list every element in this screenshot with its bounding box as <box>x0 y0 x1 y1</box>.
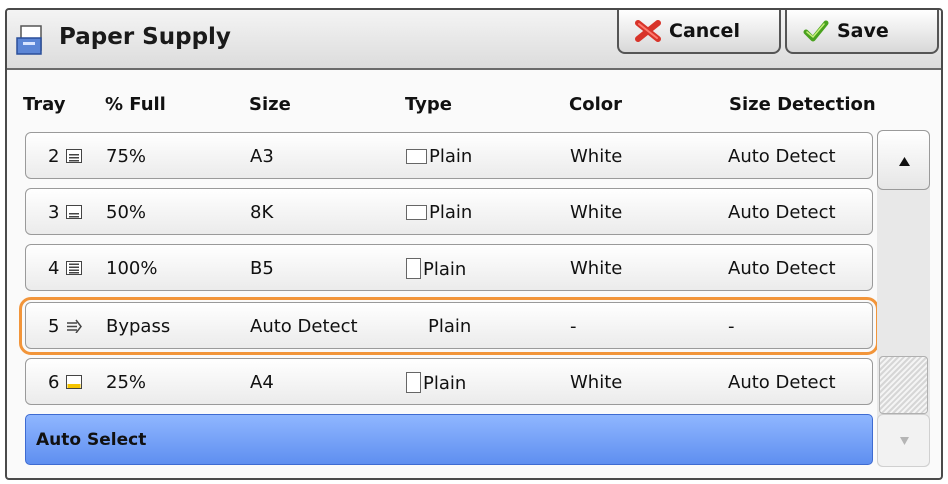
column-header-color: Color <box>569 94 622 115</box>
size-detection: Auto Detect <box>728 202 836 223</box>
paper-color: White <box>570 258 623 279</box>
landscape-orientation-icon <box>406 149 427 164</box>
paper-color: White <box>570 202 623 223</box>
title-bar: Paper Supply Cancel Save <box>7 10 941 70</box>
scroll-up-button[interactable] <box>877 130 930 190</box>
size-detection: Auto Detect <box>728 372 836 393</box>
arrow-up-icon <box>899 157 910 166</box>
cancel-button[interactable]: Cancel <box>617 10 781 54</box>
column-header-tray: Tray <box>23 94 66 115</box>
paper-type: Plain <box>406 258 466 280</box>
paper-type: Plain <box>406 372 466 394</box>
save-label: Save <box>837 20 889 42</box>
size-detection: Auto Detect <box>728 146 836 167</box>
top-gap <box>0 0 948 8</box>
table-row-tray-4[interactable]: 4 100% B5 Plain White Auto Detect <box>25 244 873 291</box>
table-row-tray-6[interactable]: 6 25% A4 Plain White Auto Detect <box>25 358 873 405</box>
table-row-tray-3[interactable]: 3 50% 8K Plain White Auto Detect <box>25 188 873 235</box>
paper-type-label: Plain <box>429 202 473 223</box>
paper-supply-icon <box>16 25 42 55</box>
checkmark-icon <box>803 20 829 42</box>
column-header-size: Size <box>249 94 291 115</box>
paper-supply-dialog: Paper Supply Cancel Save Tray % Full Siz… <box>5 8 943 480</box>
portrait-orientation-icon <box>406 372 421 393</box>
paper-color: White <box>570 146 623 167</box>
paper-color: White <box>570 372 623 393</box>
cancel-x-icon <box>635 20 661 42</box>
percent-full: 50% <box>106 202 147 223</box>
tray-number: 4 <box>48 258 60 279</box>
tray-number: 6 <box>48 372 60 393</box>
paper-size: B5 <box>250 258 274 279</box>
paper-size: 8K <box>250 202 274 223</box>
portrait-orientation-icon <box>406 258 421 279</box>
auto-select-row[interactable]: Auto Select <box>25 414 873 465</box>
scroll-thumb[interactable] <box>879 356 928 414</box>
paper-type: Plain <box>406 146 472 167</box>
paper-type-label: Plain <box>423 259 467 280</box>
paper-type-label: Plain <box>423 373 467 394</box>
tray-level-icon <box>66 205 82 219</box>
paper-type: Plain <box>406 202 472 223</box>
page-title: Paper Supply <box>59 24 231 50</box>
column-header-type: Type <box>405 94 452 115</box>
tray-number: 2 <box>48 146 60 167</box>
table-header: Tray % Full Size Type Color Size Detecti… <box>7 72 941 130</box>
tray-level-icon-low <box>66 375 82 389</box>
percent-full: 100% <box>106 258 158 279</box>
paper-size: A4 <box>250 372 274 393</box>
tray-level-icon <box>66 261 82 275</box>
arrow-down-icon <box>900 437 909 445</box>
landscape-orientation-icon <box>406 205 427 220</box>
cancel-label: Cancel <box>669 20 740 42</box>
size-detection: Auto Detect <box>728 258 836 279</box>
selected-row-highlight <box>19 297 879 355</box>
column-header-size-detection: Size Detection <box>729 94 876 115</box>
tray-level-icon <box>66 149 82 163</box>
table-row-tray-2[interactable]: 2 75% A3 Plain White Auto Detect <box>25 132 873 179</box>
tray-number: 3 <box>48 202 60 223</box>
auto-select-label: Auto Select <box>36 430 147 450</box>
column-header-percent-full: % Full <box>105 94 166 115</box>
scrollbar[interactable] <box>877 130 930 467</box>
paper-size: A3 <box>250 146 274 167</box>
percent-full: 75% <box>106 146 147 167</box>
scroll-down-button[interactable] <box>877 414 930 467</box>
paper-type-label: Plain <box>429 146 473 167</box>
save-button[interactable]: Save <box>785 10 939 54</box>
percent-full: 25% <box>106 372 147 393</box>
